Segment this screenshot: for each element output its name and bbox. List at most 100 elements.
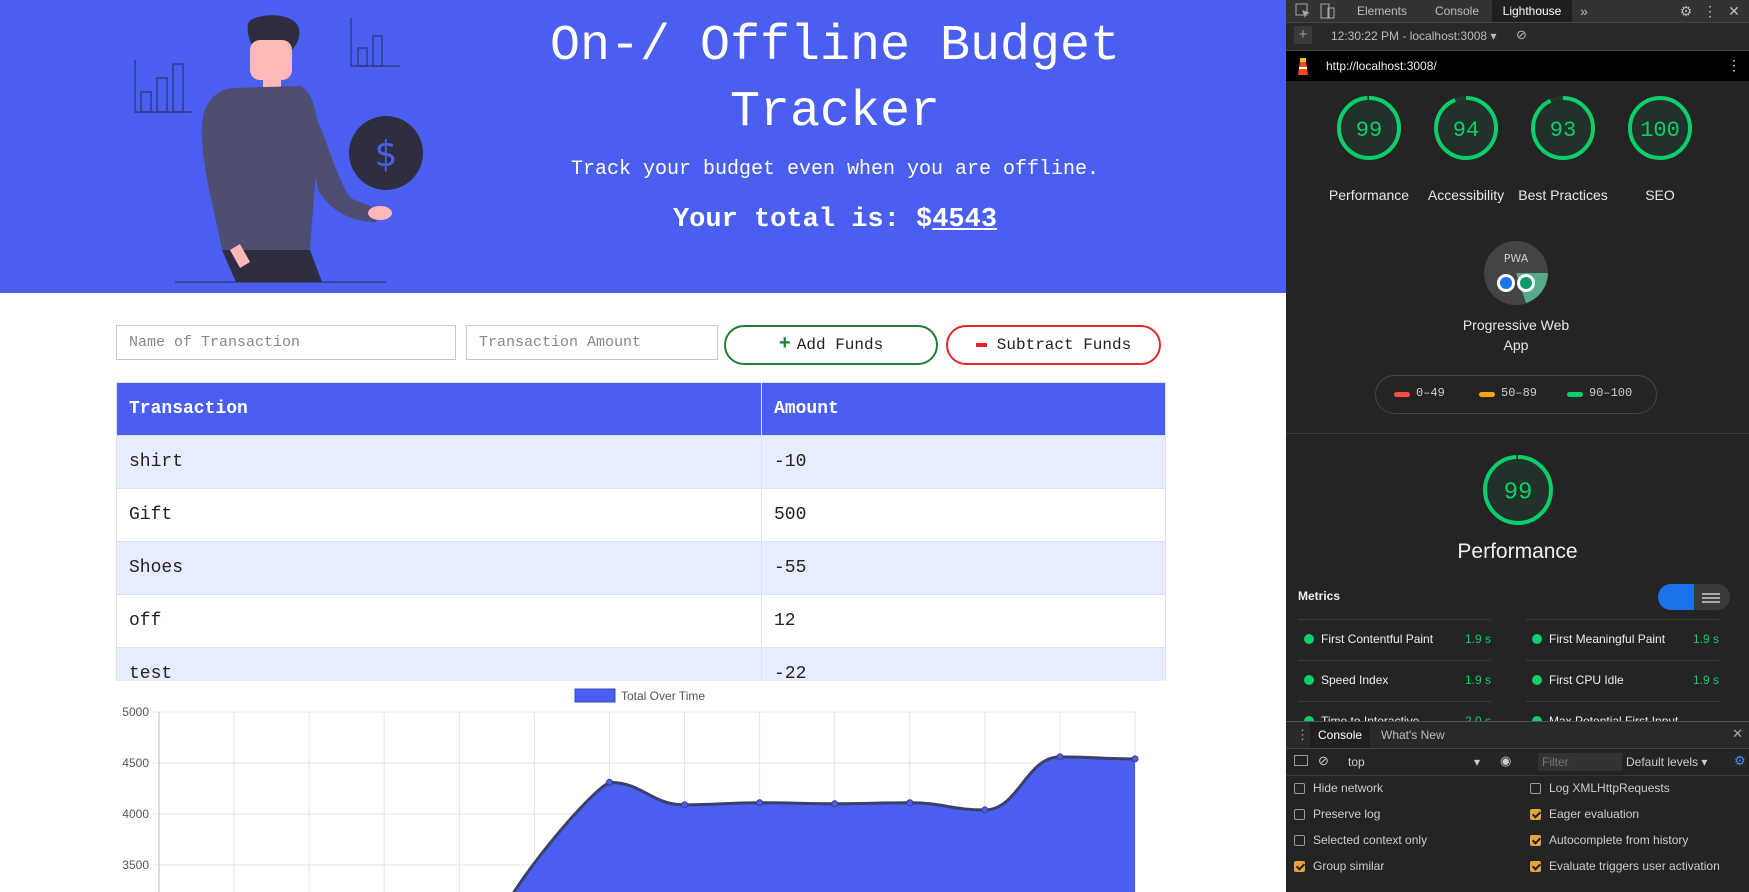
- checkbox[interactable]: [1530, 808, 1541, 820]
- report-selector[interactable]: 12:30:22 PM - localhost:3008 ▾: [1331, 29, 1496, 43]
- transaction-name-cell: test: [116, 647, 762, 681]
- metric-value: 1.9 s: [1692, 632, 1719, 646]
- gauge-performance-large: 99: [1483, 455, 1553, 525]
- chart-data-point: [981, 806, 989, 814]
- metric-name: First CPU Idle: [1549, 673, 1624, 687]
- metric-value: 1.9 s: [1692, 673, 1719, 687]
- tab-elements[interactable]: Elements: [1342, 0, 1422, 22]
- chart-y-tick-label: 4000: [122, 807, 149, 821]
- gauge-label-performance: Performance: [1328, 187, 1410, 203]
- compact-view-icon[interactable]: [1658, 584, 1694, 610]
- clear-console-icon[interactable]: ⊘: [1318, 753, 1329, 769]
- transaction-amount-cell: -10: [761, 435, 1166, 489]
- metric-name: First Contentful Paint: [1321, 632, 1434, 646]
- transaction-amount-cell: 12: [761, 594, 1166, 648]
- settings-gear-icon[interactable]: ⚙: [1676, 0, 1696, 22]
- gauge-accessibility-score: 94: [1453, 118, 1479, 143]
- inspect-element-icon[interactable]: [1295, 3, 1311, 19]
- checkbox[interactable]: [1294, 834, 1305, 846]
- option-log-xmlhttprequests[interactable]: Log XMLHttpRequests: [1530, 781, 1670, 795]
- chart-y-tick-label: 3500: [122, 858, 149, 872]
- close-devtools-icon[interactable]: ✕: [1724, 0, 1744, 22]
- gauge-best-practices: 93: [1531, 96, 1595, 160]
- device-toolbar-icon[interactable]: [1319, 3, 1335, 19]
- url-menu-icon[interactable]: ⋮: [1727, 57, 1741, 74]
- drawer-menu-icon[interactable]: ⋮: [1296, 727, 1309, 743]
- clear-reports-icon[interactable]: ⊘: [1516, 27, 1527, 43]
- sidebar-toggle-icon[interactable]: [1294, 755, 1308, 766]
- lighthouse-toolbar: + 12:30:22 PM - localhost:3008 ▾ ⊘: [1286, 23, 1749, 51]
- lighthouse-logo-icon: [1298, 58, 1308, 75]
- transactions-table-wrap[interactable]: Transaction Amount shirt -10 Gift 500 Shoe…: [116, 382, 1166, 681]
- checkbox[interactable]: [1294, 782, 1305, 794]
- option-group-similar[interactable]: Group similar: [1294, 859, 1384, 873]
- page-subtitle: Track your budget even when you are offl…: [570, 158, 1100, 181]
- legend-swatch-pass: [1567, 392, 1583, 397]
- expanded-view-icon[interactable]: [1702, 593, 1720, 595]
- option-preserve-log[interactable]: Preserve log: [1294, 807, 1380, 821]
- pass-indicator: [1532, 634, 1542, 644]
- context-value: top: [1348, 755, 1365, 769]
- pass-indicator: [1532, 675, 1542, 685]
- chart-y-tick-label: 5000: [122, 705, 149, 719]
- option-selected-context-only[interactable]: Selected context only: [1294, 833, 1427, 847]
- chart-legend-swatch: [574, 688, 616, 703]
- metric-value: 1.9 s: [1464, 673, 1491, 687]
- transaction-name-cell: Gift: [116, 488, 762, 542]
- transaction-amount-input[interactable]: [466, 325, 718, 360]
- tab-lighthouse[interactable]: Lighthouse: [1492, 0, 1572, 22]
- performance-section-title: Performance: [1457, 540, 1578, 563]
- new-report-icon[interactable]: +: [1294, 26, 1312, 44]
- more-tabs-icon[interactable]: »: [1574, 0, 1594, 22]
- metric-first-cpu-idle: First CPU Idle 1.9 s: [1526, 660, 1719, 701]
- total-over-time-chart: Total Over Time 5000 4500 4000 3500: [122, 688, 1139, 892]
- transaction-amount-cell: -55: [761, 541, 1166, 595]
- metrics-view-toggle[interactable]: [1658, 584, 1730, 610]
- checkbox[interactable]: [1530, 860, 1541, 872]
- checkbox[interactable]: [1294, 860, 1305, 872]
- metrics-heading: Metrics: [1298, 589, 1341, 603]
- pwa-badge-text: PWA: [1504, 252, 1529, 265]
- close-drawer-icon[interactable]: ✕: [1732, 726, 1743, 742]
- more-options-icon[interactable]: ⋮: [1700, 0, 1720, 22]
- tab-console[interactable]: Console: [1422, 0, 1492, 22]
- chart-legend-label: Total Over Time: [621, 689, 705, 703]
- checkbox[interactable]: [1530, 834, 1541, 846]
- finance-illustration: $: [134, 15, 423, 283]
- console-toolbar: ⊘ top ▾ ◉ Default levels ▾ ⚙: [1286, 749, 1749, 776]
- live-expression-eye-icon[interactable]: ◉: [1500, 753, 1511, 769]
- report-url-bar: http://localhost:3008/ ⋮: [1286, 51, 1749, 81]
- console-settings-gear-icon[interactable]: ⚙: [1734, 753, 1746, 769]
- context-selector[interactable]: top ▾: [1348, 749, 1480, 775]
- gauge-performance: 99: [1337, 96, 1401, 160]
- log-levels-selector[interactable]: Default levels ▾: [1626, 755, 1707, 769]
- add-funds-button[interactable]: + Add Funds: [724, 325, 938, 365]
- transaction-name-cell: Shoes: [116, 541, 762, 595]
- chart-data-point: [831, 800, 839, 808]
- table-row: Gift 500: [116, 488, 1166, 542]
- report-url[interactable]: http://localhost:3008/: [1326, 59, 1437, 73]
- console-filter-input[interactable]: [1538, 753, 1622, 771]
- subtract-funds-button[interactable]: Subtract Funds: [946, 325, 1161, 365]
- drawer-tab-bar: ⋮ Console What's New ✕: [1286, 722, 1749, 749]
- metric-name: Speed Index: [1321, 673, 1389, 687]
- option-eager-evaluation[interactable]: Eager evaluation: [1530, 807, 1639, 821]
- total-display: Your total is: $4543: [480, 205, 1190, 235]
- checkbox[interactable]: [1294, 808, 1305, 820]
- option-label: Log XMLHttpRequests: [1549, 781, 1670, 795]
- transaction-name-input[interactable]: [116, 325, 456, 360]
- legend-swatch-average: [1479, 392, 1495, 397]
- drawer-tab-whats-new[interactable]: What's New: [1381, 722, 1445, 748]
- option-hide-network[interactable]: Hide network: [1294, 781, 1383, 795]
- option-autocomplete-from-history[interactable]: Autocomplete from history: [1530, 833, 1688, 847]
- chart-data-point: [605, 778, 613, 786]
- checkbox[interactable]: [1530, 782, 1541, 794]
- gauge-accessibility: 94: [1434, 96, 1498, 160]
- log-levels-value: Default levels: [1626, 755, 1699, 769]
- drawer-tab-console[interactable]: Console: [1310, 722, 1371, 748]
- chart-data-point: [756, 799, 764, 807]
- option-evaluate-triggers-user-activation[interactable]: Evaluate triggers user activation: [1530, 859, 1720, 873]
- total-amount: 4543: [932, 205, 998, 235]
- budget-app: $ On-/ Offline Budget Tracker Track your…: [0, 0, 1286, 892]
- gauge-best-practices-score: 93: [1550, 118, 1576, 143]
